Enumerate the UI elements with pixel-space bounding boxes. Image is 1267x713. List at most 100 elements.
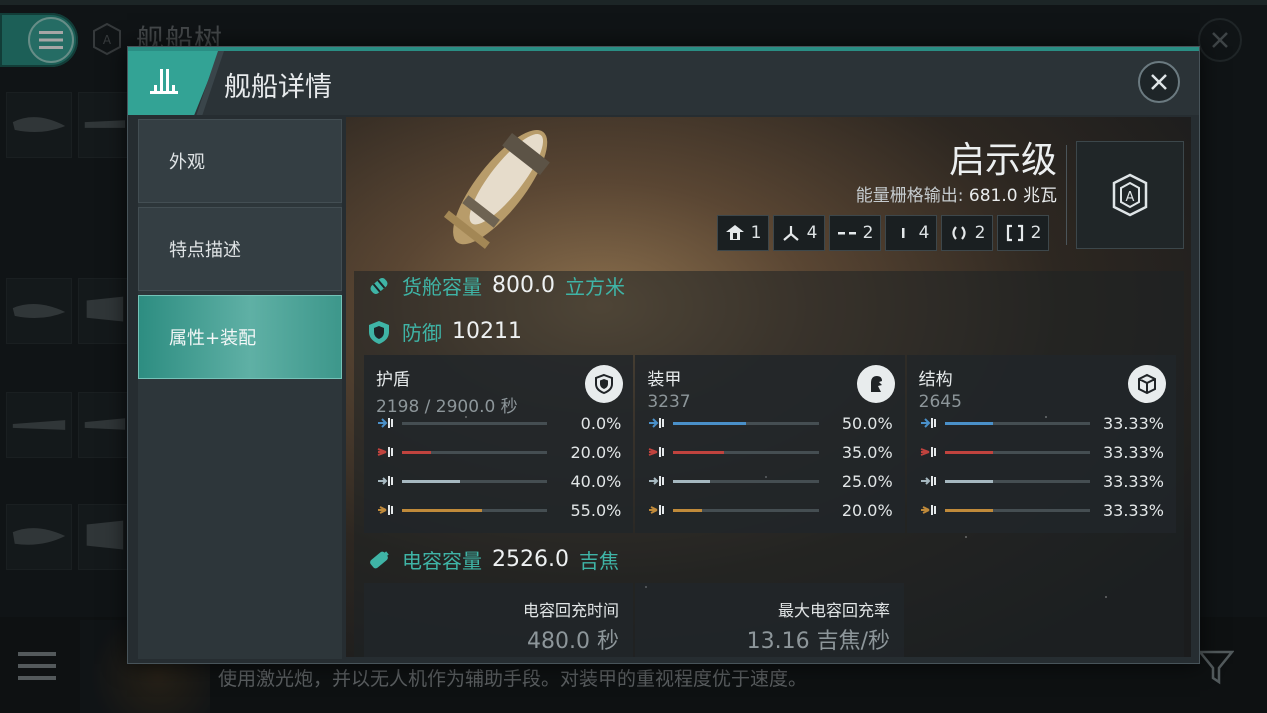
capacitor-recharge-value: 480.0 秒 bbox=[527, 629, 619, 654]
cargo-icon bbox=[370, 277, 388, 294]
tab-appearance[interactable]: 外观 bbox=[138, 119, 342, 203]
cargo-label: 货舱容量 bbox=[402, 275, 482, 299]
defense-column-icon-wrap bbox=[856, 365, 895, 403]
defense-shield-icon bbox=[369, 320, 389, 344]
rig-slot-icon bbox=[951, 226, 966, 240]
slot-count: 4 bbox=[806, 223, 818, 243]
resist-bar bbox=[673, 421, 819, 425]
resist-bar-fill bbox=[402, 479, 461, 483]
capacitor-max-rate-label: 最大电容回充率 bbox=[777, 601, 890, 620]
modal-close-button[interactable] bbox=[1138, 61, 1180, 103]
thermal-damage-icon bbox=[648, 447, 665, 457]
faction-badge[interactable]: A bbox=[1076, 141, 1184, 249]
defense-column-icon-wrap bbox=[1127, 365, 1166, 403]
defense-column-structure: 结构 2645 33.33% 33.33% 33.33% 33.33% bbox=[906, 355, 1176, 533]
cargo-capacity: 货舱容量 800.0 立方米 bbox=[366, 271, 625, 300]
tab-attributes-fitting[interactable]: 属性+装配 bbox=[138, 295, 342, 379]
resist-bar bbox=[673, 479, 819, 483]
high-slot-icon bbox=[725, 225, 744, 240]
defense-label: 防御 bbox=[402, 321, 442, 345]
capacitor-max-rate-value: 13.16 吉焦/秒 bbox=[746, 629, 890, 654]
resist-row-kinetic: 40.0% bbox=[376, 471, 621, 491]
resist-bar-fill bbox=[673, 508, 703, 512]
resist-percent: 33.33% bbox=[1102, 500, 1164, 520]
ship-details-icon bbox=[150, 69, 178, 94]
slot-subsystem[interactable]: 2 bbox=[997, 215, 1049, 251]
powergrid-output: 能量栅格输出: 681.0 兆瓦 bbox=[856, 181, 1057, 206]
structure-icon bbox=[1137, 373, 1156, 395]
cargo-value: 800.0 bbox=[492, 273, 555, 298]
tab-label: 属性+装配 bbox=[169, 328, 257, 349]
em-damage-icon bbox=[378, 418, 393, 428]
thermal-damage-icon bbox=[920, 447, 936, 457]
slot-low[interactable]: 4 bbox=[885, 215, 937, 251]
thermal-damage-icon bbox=[377, 447, 393, 457]
powergrid-label: 能量栅格输出: bbox=[855, 186, 964, 206]
kinetic-damage-icon bbox=[920, 476, 936, 486]
faction-icon: A bbox=[1112, 173, 1148, 217]
shield-icon bbox=[595, 373, 614, 395]
drone-slot-icon bbox=[782, 226, 799, 241]
resist-row-thermal: 35.0% bbox=[647, 442, 893, 462]
resist-bar bbox=[944, 450, 1090, 454]
resist-bar-fill bbox=[673, 421, 746, 425]
resist-percent: 20.0% bbox=[570, 442, 622, 462]
resist-percent: 40.0% bbox=[570, 471, 622, 491]
resist-bar-fill bbox=[944, 450, 994, 454]
resist-row-em: 33.33% bbox=[919, 413, 1164, 433]
slot-rig[interactable]: 2 bbox=[941, 215, 993, 251]
resist-bar bbox=[673, 508, 819, 512]
mid-slot-icon bbox=[837, 232, 856, 235]
slot-count: 2 bbox=[862, 223, 874, 243]
defense-total: 防御 10211 bbox=[366, 317, 522, 346]
resist-percent: 33.33% bbox=[1102, 442, 1164, 462]
badge-divider bbox=[1066, 145, 1067, 245]
resist-bar bbox=[402, 450, 548, 454]
defense-column-name: 装甲 bbox=[647, 370, 682, 390]
fitting-slots: 1 4 2 4 2 2 bbox=[717, 215, 1049, 251]
tab-label: 外观 bbox=[169, 152, 205, 173]
ship-details-modal: 舰船详情 外观 特点描述 属性+装配 启示级 能量栅格输出: 681.0 兆瓦 … bbox=[127, 46, 1200, 664]
powergrid-unit: 兆瓦 bbox=[1023, 186, 1057, 206]
resist-bar-fill bbox=[944, 421, 994, 425]
capacitor-capacity: 电容容量 2526.0 吉焦 bbox=[366, 545, 619, 574]
resist-bar-fill bbox=[402, 450, 432, 454]
ship-render bbox=[443, 130, 550, 249]
em-damage-icon bbox=[649, 418, 665, 428]
defense-column-shield: 护盾 2198 / 2900.0 秒 0.0% 20.0% 40.0% 55.0% bbox=[364, 355, 634, 533]
slot-drone[interactable]: 4 bbox=[773, 215, 825, 251]
resist-percent: 20.0% bbox=[841, 500, 893, 520]
explosive-damage-icon bbox=[649, 505, 665, 515]
resist-percent: 33.33% bbox=[1102, 471, 1164, 491]
tab-traits[interactable]: 特点描述 bbox=[138, 207, 342, 291]
resist-bar-fill bbox=[673, 479, 710, 483]
slot-mid[interactable]: 2 bbox=[829, 215, 881, 251]
resist-bar bbox=[944, 479, 1090, 483]
slot-count: 2 bbox=[1030, 223, 1042, 243]
capacitor-unit: 吉焦 bbox=[578, 549, 619, 573]
details-sidebar: 外观 特点描述 属性+装配 bbox=[138, 119, 342, 659]
resist-percent: 35.0% bbox=[841, 442, 893, 462]
low-slot-icon bbox=[901, 228, 905, 238]
resist-row-em: 50.0% bbox=[647, 413, 893, 433]
resist-row-explosive: 55.0% bbox=[376, 500, 621, 520]
kinetic-damage-icon bbox=[649, 476, 665, 486]
resist-row-kinetic: 25.0% bbox=[647, 471, 893, 491]
explosive-damage-icon bbox=[378, 505, 393, 515]
explosive-damage-icon bbox=[920, 505, 936, 515]
svg-text:A: A bbox=[1126, 190, 1135, 205]
resist-row-kinetic: 33.33% bbox=[919, 471, 1164, 491]
resist-bar-fill bbox=[673, 450, 725, 454]
slot-count: 2 bbox=[974, 223, 986, 243]
slot-high[interactable]: 1 bbox=[717, 215, 769, 251]
resist-bar bbox=[673, 450, 819, 454]
capacitor-icon bbox=[370, 550, 389, 568]
armor-icon bbox=[870, 376, 882, 392]
modal-title: 舰船详情 bbox=[224, 72, 332, 103]
ship-name: 启示级 bbox=[948, 140, 1057, 181]
defense-column-armor: 装甲 3237 50.0% 35.0% 25.0% 20.0% bbox=[635, 355, 905, 533]
close-icon bbox=[1151, 74, 1167, 90]
resist-row-thermal: 33.33% bbox=[919, 442, 1164, 462]
resist-bar bbox=[402, 508, 548, 512]
capacitor-value: 2526.0 bbox=[492, 547, 569, 572]
